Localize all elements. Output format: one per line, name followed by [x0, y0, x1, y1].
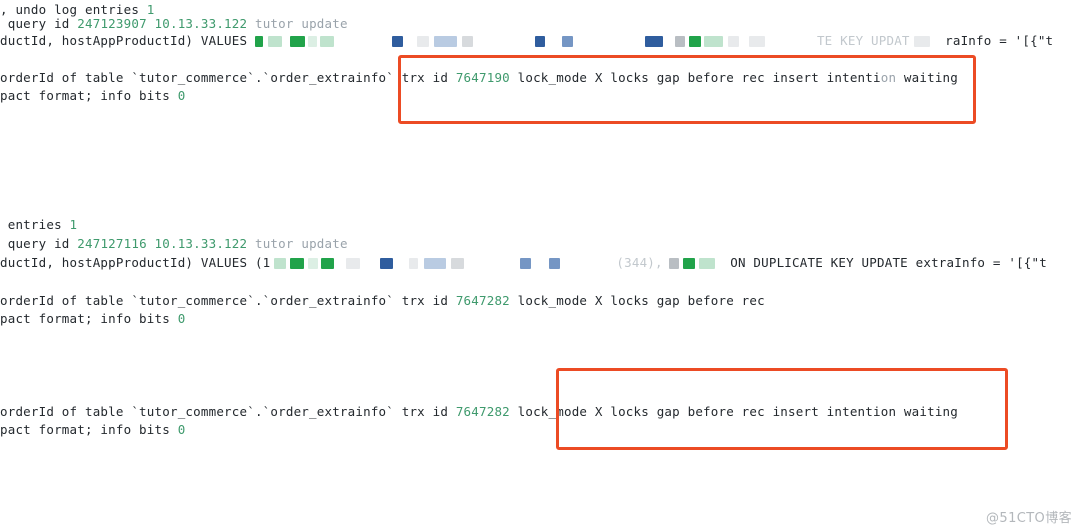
log-text-token	[247, 236, 255, 251]
log-text-token: query id	[0, 236, 78, 251]
redacted-value-block	[254, 36, 263, 47]
log-text-token: ON DUPLICATE KEY UPDATE extraInfo = '[{"…	[714, 255, 1047, 270]
redacted-value-block	[674, 36, 685, 47]
log-text-token	[147, 16, 155, 31]
log-numeric-token: 0	[177, 88, 186, 103]
redacted-value-block	[913, 36, 930, 47]
redacted-value-block	[644, 36, 663, 47]
log-numeric-token: 0	[177, 311, 186, 326]
log-text-token: orderId of table `tutor_commerce`.`order…	[0, 293, 456, 308]
redacted-value-block	[391, 36, 403, 47]
redacted-value-block	[698, 258, 715, 269]
redacted-value-block	[274, 258, 287, 269]
log-text-token: pact format; info bits	[0, 88, 178, 103]
redacted-value-block	[451, 258, 465, 269]
log-numeric-token: 7647282	[455, 404, 510, 419]
log-line: query id 247127116 10.13.33.122 tutor up…	[0, 237, 348, 251]
log-line: pact format; info bits 0	[0, 312, 185, 326]
log-numeric-token: 10.13.33.122	[154, 16, 248, 31]
redacted-value-block	[433, 36, 457, 47]
log-text-token: pact format; info bits	[0, 311, 178, 326]
log-numeric-token: 0	[177, 422, 186, 437]
log-line: pact format; info bits 0	[0, 89, 185, 103]
redacted-value-block	[461, 36, 473, 47]
highlight-box	[398, 55, 976, 124]
redacted-value-block	[727, 36, 739, 47]
log-line: ductId, hostAppProductId) VALUES TE KEY …	[0, 34, 1053, 48]
redacted-value-block	[520, 258, 532, 269]
log-text-token: lock_mode X locks gap before rec	[509, 293, 765, 308]
redacted-value-block	[289, 36, 305, 47]
log-line: , undo log entries 1	[0, 3, 155, 17]
log-numeric-token: 7647282	[455, 293, 510, 308]
log-text-token: query id	[0, 16, 78, 31]
redacted-value-block	[534, 36, 545, 47]
redacted-value-block	[307, 36, 317, 47]
redacted-value-block	[416, 36, 429, 47]
redacted-value-block	[668, 258, 679, 269]
redacted-value-block	[561, 36, 573, 47]
log-text-token	[147, 236, 155, 251]
redacted-value-block	[688, 36, 701, 47]
log-text-token: (344),	[616, 255, 663, 270]
log-line: query id 247123907 10.13.33.122 tutor up…	[0, 17, 348, 31]
redacted-value-block	[290, 258, 305, 269]
log-line: ductId, hostAppProductId) VALUES (1 (344)…	[0, 256, 1047, 270]
log-text-token: tutor update	[254, 16, 348, 31]
log-numeric-token: 1	[69, 217, 78, 232]
log-numeric-token: 247127116	[77, 236, 147, 251]
log-text-token: orderId of table `tutor_commerce`.`order…	[0, 70, 456, 85]
redacted-value-block	[267, 36, 282, 47]
redacted-value-block	[682, 258, 695, 269]
log-text-token: orderId of table `tutor_commerce`.`order…	[0, 404, 456, 419]
log-text-token: raInfo = '[{"t	[929, 33, 1054, 48]
log-numeric-token: 247123907	[77, 16, 147, 31]
log-text-token: ductId, hostAppProductId) VALUES	[0, 33, 255, 48]
log-text-token: TE KEY UPDAT	[816, 33, 910, 48]
highlight-box	[556, 368, 1008, 450]
redacted-value-block	[346, 258, 361, 269]
log-line: orderId of table `tutor_commerce`.`order…	[0, 294, 765, 308]
log-text-token	[247, 16, 255, 31]
site-watermark: @51CTO博客	[986, 511, 1072, 526]
log-line: entries 1	[0, 218, 77, 232]
log-numeric-token: 10.13.33.122	[154, 236, 248, 251]
redacted-value-block	[549, 258, 561, 269]
redacted-value-block	[748, 36, 765, 47]
log-line: pact format; info bits 0	[0, 423, 185, 437]
redacted-value-block	[409, 258, 419, 269]
log-text-token: tutor update	[254, 236, 348, 251]
redacted-value-block	[424, 258, 447, 269]
log-numeric-token: 1	[146, 2, 155, 17]
log-text-token: pact format; info bits	[0, 422, 178, 437]
redacted-value-block	[321, 258, 335, 269]
redacted-value-block	[703, 36, 723, 47]
log-text-token: entries	[0, 217, 70, 232]
redacted-value-block	[308, 258, 319, 269]
redacted-value-block	[380, 258, 394, 269]
log-text-token: ductId, hostAppProductId) VALUES (1	[0, 255, 271, 270]
redacted-value-block	[319, 36, 334, 47]
log-text-token: , undo log entries	[0, 2, 147, 17]
